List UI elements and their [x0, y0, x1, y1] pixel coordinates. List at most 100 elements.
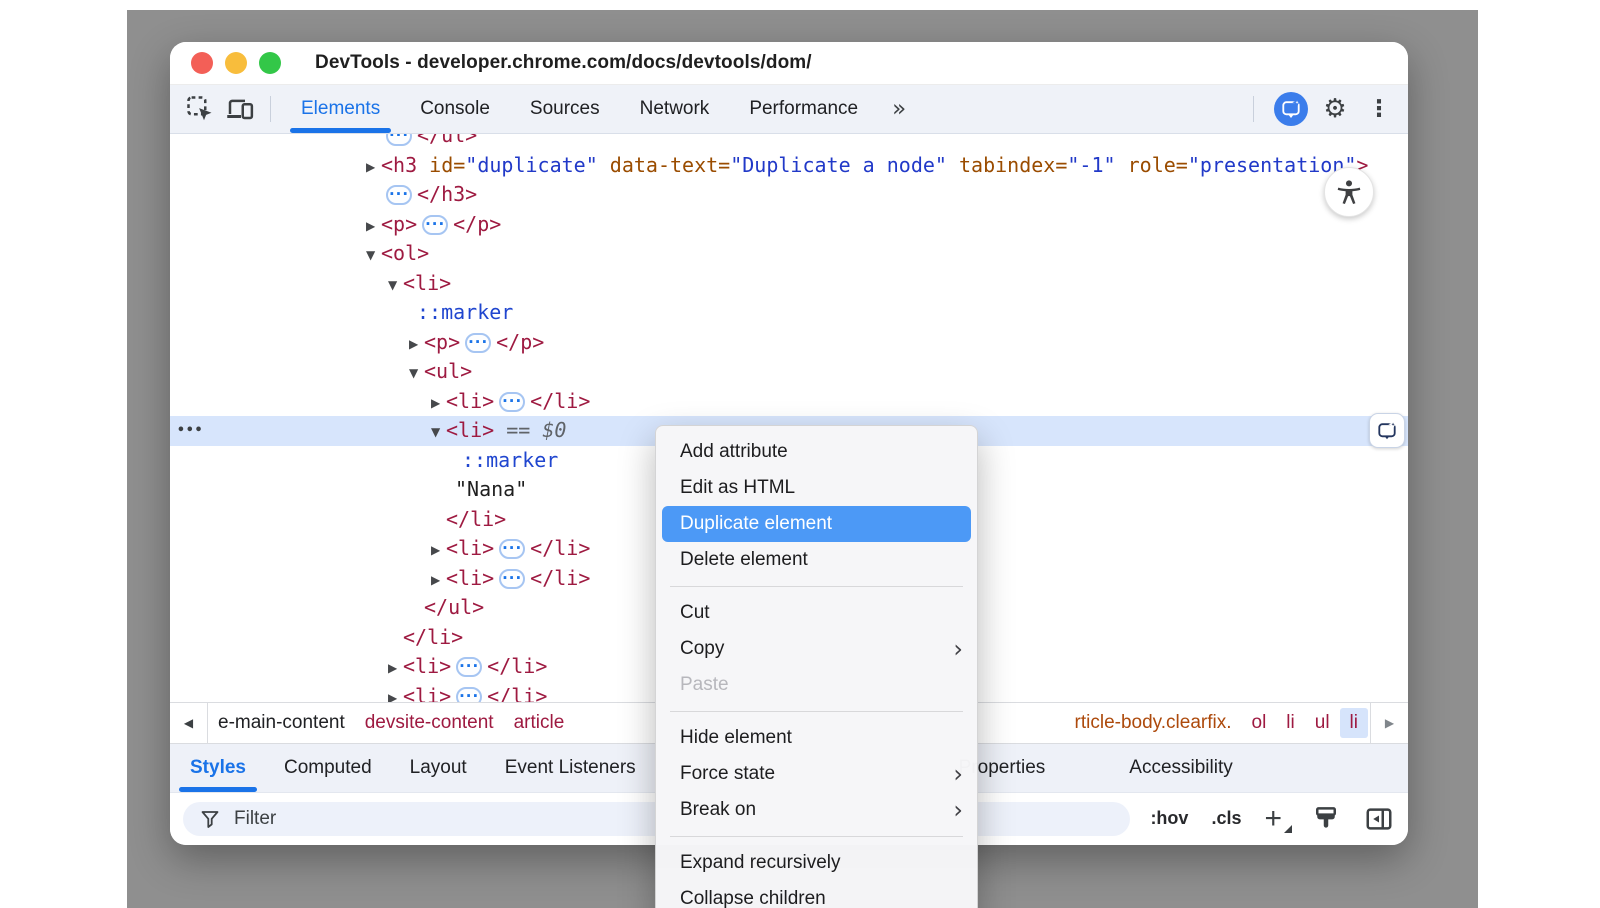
inspect-element-button[interactable] [182, 91, 218, 127]
dom-tree-row[interactable]: ▶<li>···</li> [170, 387, 1408, 417]
collapsed-content-ellipsis-badge[interactable]: ··· [499, 539, 525, 559]
tab-sources[interactable]: Sources [510, 85, 620, 133]
code-token-pseudo: ::marker [462, 448, 558, 472]
paint-brush-button[interactable] [1311, 804, 1341, 834]
more-tabs-button[interactable]: » [886, 95, 912, 123]
device-toolbar-button[interactable] [222, 91, 258, 127]
element-classes-button[interactable]: .cls [1211, 808, 1241, 829]
code-token-tag: </li> [530, 566, 590, 590]
dom-tree-row[interactable]: ::marker [170, 298, 1408, 328]
expand-arrow-down-icon[interactable]: ▼ [431, 418, 446, 448]
menu-item-expand-recursively[interactable]: Expand recursively [656, 845, 977, 881]
expand-arrow-down-icon[interactable]: ▼ [409, 359, 424, 389]
breadcrumb-item-article[interactable]: article [504, 708, 575, 738]
collapsed-content-ellipsis-badge[interactable]: ··· [456, 687, 482, 703]
styles-tab-computed[interactable]: Computed [265, 744, 391, 792]
expand-arrow-down-icon[interactable]: ▼ [388, 271, 403, 301]
breadcrumb-item-e-main-content[interactable]: e-main-content [208, 708, 355, 738]
breadcrumb-item-rticle-bodyclearfix[interactable]: rticle-body.clearfix. [1065, 708, 1242, 738]
menu-item-force-state[interactable]: Force state› [656, 756, 977, 792]
close-button[interactable] [191, 52, 213, 74]
collapsed-content-ellipsis-badge[interactable]: ··· [456, 657, 482, 677]
dock-side-button[interactable] [1364, 804, 1394, 834]
expand-arrow-right-icon[interactable]: ▶ [388, 684, 403, 703]
device-toolbar-icon [225, 94, 255, 124]
tab-elements[interactable]: Elements [281, 85, 400, 133]
breadcrumb-item-ul[interactable]: ul [1305, 708, 1340, 738]
collapsed-content-ellipsis-badge[interactable]: ··· [499, 392, 525, 412]
zoom-button[interactable] [259, 52, 281, 74]
submenu-chevron-icon: › [953, 639, 963, 659]
styles-tab-layout[interactable]: Layout [391, 744, 486, 792]
code-token-attr: data-text= [610, 153, 730, 177]
code-token-tag: <p> [381, 212, 417, 236]
menu-item-break-on[interactable]: Break on› [656, 792, 977, 828]
ai-assistance-button[interactable] [1274, 92, 1308, 126]
collapsed-content-ellipsis-badge[interactable]: ··· [386, 185, 412, 205]
menu-item-cut[interactable]: Cut [656, 595, 977, 631]
breadcrumb-scroll-right[interactable]: ▶ [1370, 703, 1408, 743]
breadcrumb-item-ol[interactable]: ol [1242, 708, 1277, 738]
menu-item-delete-element[interactable]: Delete element [656, 542, 977, 578]
expand-arrow-right-icon[interactable]: ▶ [366, 212, 381, 242]
tab-network[interactable]: Network [620, 85, 730, 133]
code-token-val: "duplicate" [465, 153, 597, 177]
tab-console[interactable]: Console [400, 85, 510, 133]
window-title: DevTools - developer.chrome.com/docs/dev… [315, 52, 812, 74]
selected-node-ai-badge[interactable] [1369, 413, 1405, 448]
dom-tree-row[interactable]: ···</h3> [170, 180, 1408, 210]
menu-item-label: Edit as HTML [680, 477, 795, 499]
code-token-plain [1116, 153, 1128, 177]
expand-arrow-right-icon[interactable]: ▶ [431, 389, 446, 419]
toggle-element-state-button[interactable]: :hov [1150, 808, 1188, 829]
new-style-rule-button[interactable]: + [1264, 804, 1288, 834]
code-token-eq: == [506, 418, 530, 442]
more-options-kebab-icon[interactable]: ⋮ [1362, 92, 1396, 126]
dom-tree-row[interactable]: ▼<li> [170, 269, 1408, 299]
menu-item-collapse-children[interactable]: Collapse children [656, 881, 977, 908]
expand-arrow-right-icon[interactable]: ▶ [409, 330, 424, 360]
breadcrumb-item-li[interactable]: li [1276, 708, 1304, 738]
dom-tree-row[interactable]: ▼<ol> [170, 239, 1408, 269]
tab-performance[interactable]: Performance [729, 85, 878, 133]
collapsed-content-ellipsis-badge[interactable]: ··· [386, 134, 412, 146]
code-token-tag: </p> [496, 330, 544, 354]
menu-item-add-attribute[interactable]: Add attribute [656, 434, 977, 470]
breadcrumb-item-li[interactable]: li [1340, 708, 1368, 738]
devtools-toolbar: ElementsConsoleSourcesNetworkPerformance… [170, 84, 1408, 134]
dom-tree-row[interactable]: ▶<p>···</p> [170, 210, 1408, 240]
code-token-tag: <li> [446, 418, 494, 442]
code-token-tag: </h3> [417, 182, 477, 206]
styles-tab-event-listeners[interactable]: Event Listeners [486, 744, 655, 792]
breadcrumb-scroll-left[interactable]: ◀ [170, 703, 208, 743]
minimize-button[interactable] [225, 52, 247, 74]
dom-tree-row[interactable]: ···</ul> [170, 134, 1408, 151]
expand-arrow-right-icon[interactable]: ▶ [366, 153, 381, 183]
collapsed-content-ellipsis-badge[interactable]: ··· [499, 569, 525, 589]
dom-tree-row[interactable]: ▼<ul> [170, 357, 1408, 387]
menu-item-copy[interactable]: Copy › [656, 631, 977, 667]
accessibility-overlay-button[interactable] [1324, 167, 1374, 217]
styles-tab-styles[interactable]: Styles [171, 744, 265, 792]
menu-item-duplicate-element[interactable]: Duplicate element [662, 506, 971, 542]
expand-arrow-down-icon[interactable]: ▼ [366, 241, 381, 271]
expand-arrow-right-icon[interactable]: ▶ [431, 536, 446, 566]
collapsed-content-ellipsis-badge[interactable]: ··· [422, 215, 448, 235]
row-actions-ellipsis[interactable]: ••• [177, 416, 203, 446]
menu-item-hide-element[interactable]: Hide element [656, 720, 977, 756]
code-token-tag: <ul> [424, 359, 472, 383]
expand-arrow-right-icon[interactable]: ▶ [431, 566, 446, 596]
settings-gear-icon[interactable]: ⚙ [1318, 92, 1352, 126]
dom-tree-row[interactable]: ▶<p>···</p> [170, 328, 1408, 358]
menu-item-label: Copy [680, 638, 724, 660]
dom-tree-row[interactable]: ▶<h3 id="duplicate" data-text="Duplicate… [170, 151, 1408, 181]
styles-tab-accessibility[interactable]: Accessibility [1110, 744, 1251, 792]
menu-item-label: Collapse children [680, 888, 826, 908]
menu-item-edit-as-html[interactable]: Edit as HTML [656, 470, 977, 506]
expand-arrow-right-icon[interactable]: ▶ [388, 654, 403, 684]
code-token-tag: </p> [453, 212, 501, 236]
collapsed-content-ellipsis-badge[interactable]: ··· [465, 333, 491, 353]
breadcrumb-item-devsite-content[interactable]: devsite-content [355, 708, 504, 738]
menu-item-label: Break on [680, 799, 756, 821]
code-token-pseudo: ::marker [417, 300, 513, 324]
